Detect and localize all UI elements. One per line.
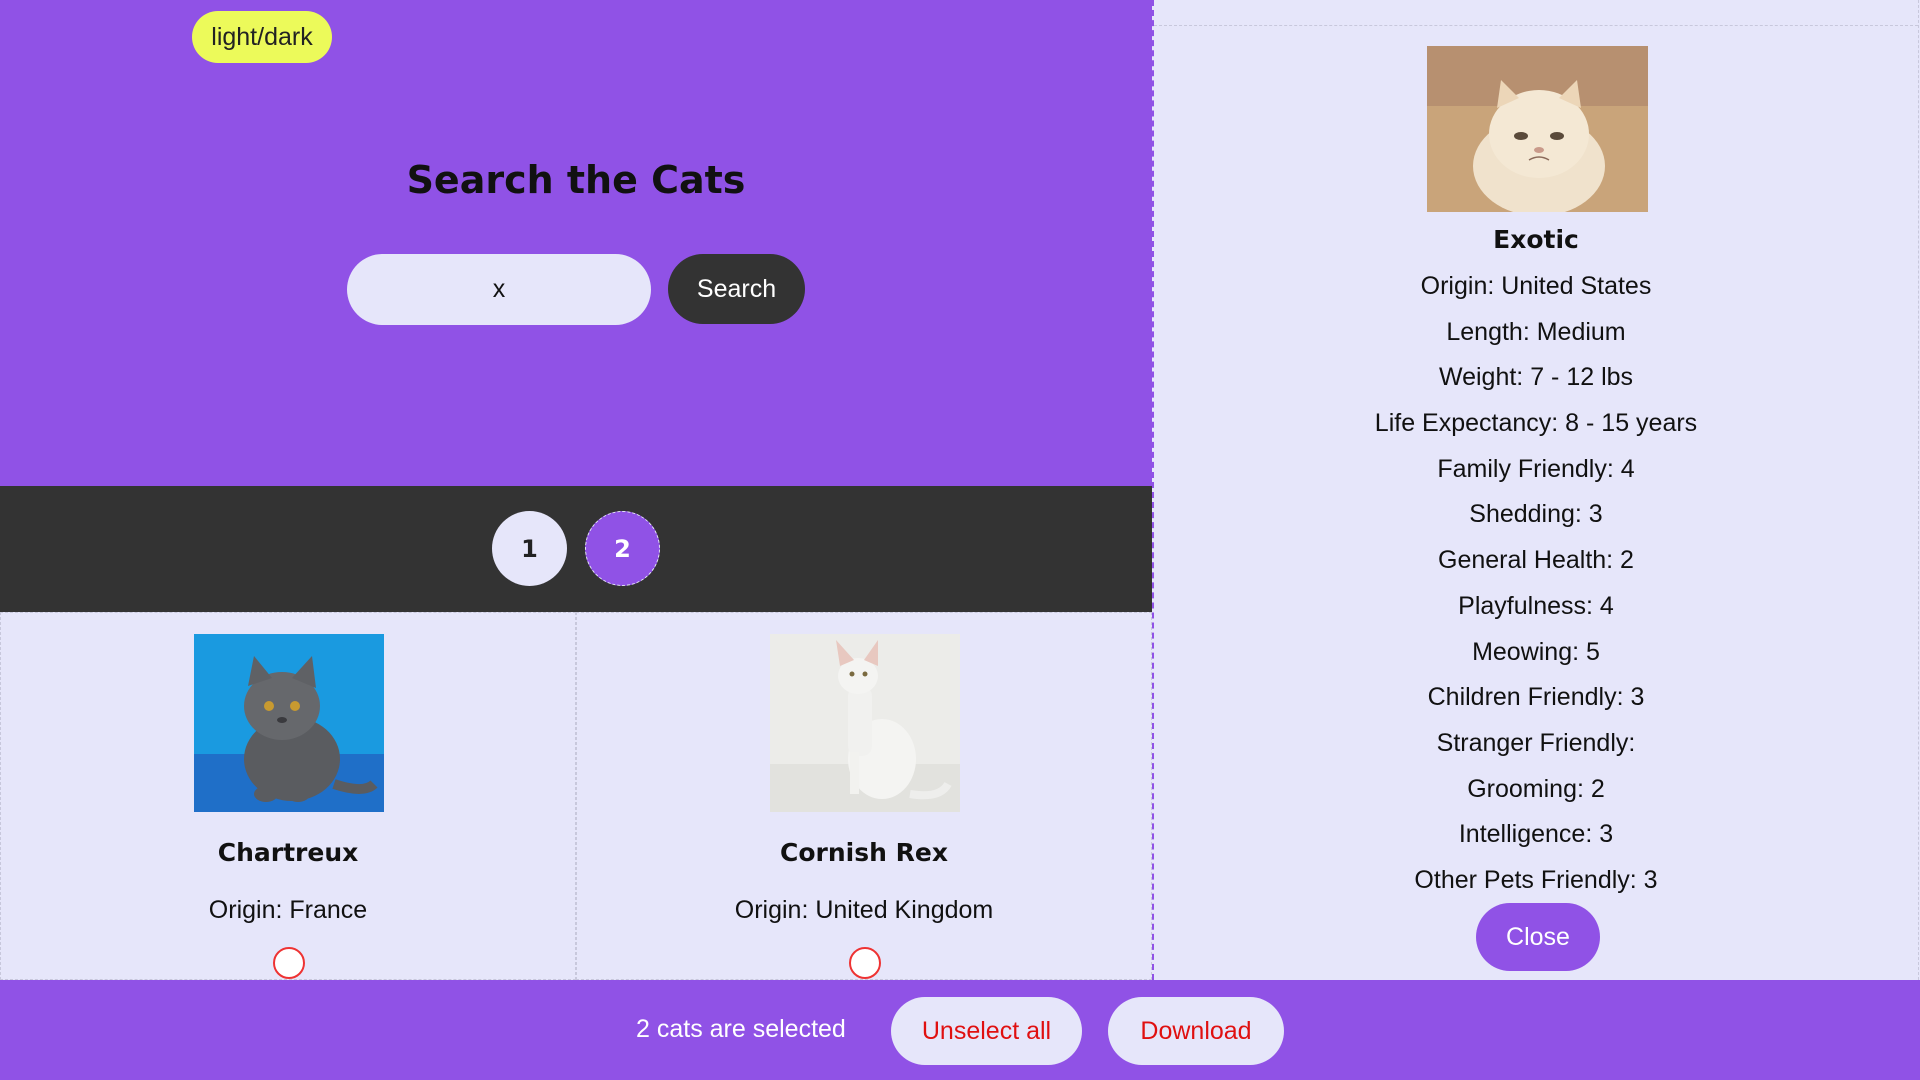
cat-card-list: Chartreux Origin: France Cornish Rex Ori… xyxy=(0,612,1152,980)
detail-stranger-friendly: Stranger Friendly: xyxy=(1436,728,1636,757)
detail-general-health: General Health: 2 xyxy=(1438,546,1634,575)
cat-card[interactable]: Cornish Rex Origin: United Kingdom xyxy=(576,612,1152,980)
page-button-1[interactable]: 1 xyxy=(492,511,567,586)
download-button[interactable]: Download xyxy=(1108,997,1284,1065)
theme-toggle-button[interactable]: light/dark xyxy=(192,11,332,63)
select-checkbox[interactable] xyxy=(273,947,305,979)
detail-playfulness: Playfulness: 4 xyxy=(1458,591,1614,620)
detail-intelligence: Intelligence: 3 xyxy=(1458,820,1614,849)
main-panel: light/dark Search the Cats Search 1 2 xyxy=(0,0,1152,980)
cat-origin: Origin: France xyxy=(208,896,368,924)
detail-meowing: Meowing: 5 xyxy=(1472,637,1600,666)
detail-length: Length: Medium xyxy=(1446,317,1626,346)
cream-cat-image xyxy=(1427,46,1648,212)
detail-other-pets-friendly: Other Pets Friendly: 3 xyxy=(1414,865,1658,894)
page-title: Search the Cats xyxy=(406,158,746,202)
grey-kitten-image xyxy=(194,634,384,812)
search-hero: light/dark Search the Cats Search xyxy=(0,0,1152,486)
detail-grooming: Grooming: 2 xyxy=(1467,774,1605,803)
cat-card[interactable]: Chartreux Origin: France xyxy=(0,612,576,980)
detail-family-friendly: Family Friendly: 4 xyxy=(1437,454,1635,483)
search-input[interactable] xyxy=(347,254,651,325)
cat-detail-panel: Exotic Origin: United States Length: Med… xyxy=(1152,0,1920,980)
selection-footer: 2 cats are selected Unselect all Downloa… xyxy=(0,980,1920,1080)
page-button-2[interactable]: 2 xyxy=(585,511,660,586)
cat-origin: Origin: United Kingdom xyxy=(734,896,994,924)
detail-children-friendly: Children Friendly: 3 xyxy=(1427,683,1645,712)
detail-life-expectancy: Life Expectancy: 8 - 15 years xyxy=(1374,409,1698,438)
select-checkbox[interactable] xyxy=(849,947,881,979)
pagination: 1 2 xyxy=(0,486,1152,612)
detail-attribute-list: Origin: United States Length: Medium Wei… xyxy=(1154,268,1918,908)
divider xyxy=(1154,25,1918,26)
unselect-all-button[interactable]: Unselect all xyxy=(891,997,1082,1065)
selection-count-text: 2 cats are selected xyxy=(636,1015,846,1043)
close-button[interactable]: Close xyxy=(1476,903,1600,971)
divider xyxy=(1918,0,1919,980)
detail-weight: Weight: 7 - 12 lbs xyxy=(1438,363,1634,392)
detail-origin: Origin: United States xyxy=(1420,272,1652,300)
white-cat-image xyxy=(770,634,960,812)
cat-name: Cornish Rex xyxy=(780,838,948,867)
detail-cat-name: Exotic xyxy=(1493,225,1579,254)
detail-shedding: Shedding: 3 xyxy=(1469,500,1603,529)
cat-name: Chartreux xyxy=(217,838,359,867)
search-button[interactable]: Search xyxy=(668,254,805,324)
